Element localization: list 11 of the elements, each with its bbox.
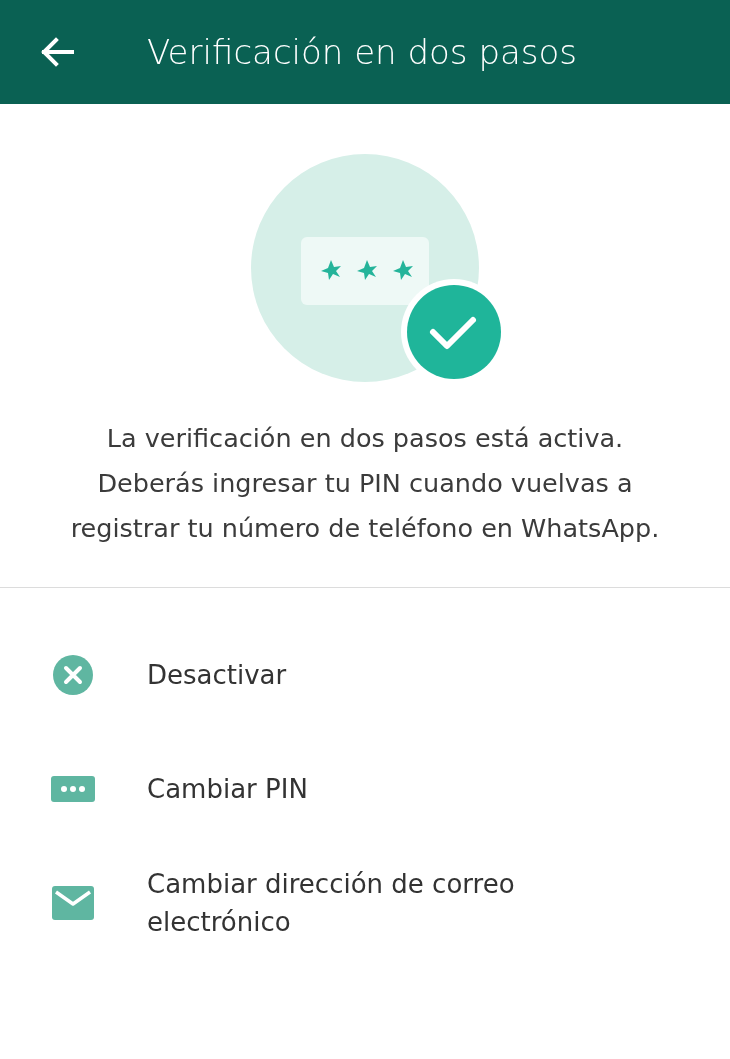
description-text: La verificación en dos pasos está activa. Deberás ingresar tu PIN cuando vuelvas a registrar tu número de teléfono en WhatsApp. bbox=[69, 422, 661, 545]
option-label: Cambiar PIN bbox=[147, 773, 308, 806]
option-item[interactable]: Cambiar dirección de correo electrónico bbox=[0, 846, 730, 960]
back-arrow-icon bbox=[40, 37, 74, 67]
option-label: Cambiar dirección de correo electrónico bbox=[147, 868, 516, 939]
x-circle-icon bbox=[51, 653, 95, 697]
screen-title: Verificación en dos pasos bbox=[147, 32, 578, 72]
option-label: Desactivar bbox=[147, 659, 287, 692]
back-button[interactable] bbox=[40, 37, 74, 67]
option-item[interactable]: Cambiar PIN bbox=[0, 732, 730, 846]
option-item[interactable]: Desactivar bbox=[0, 618, 730, 732]
